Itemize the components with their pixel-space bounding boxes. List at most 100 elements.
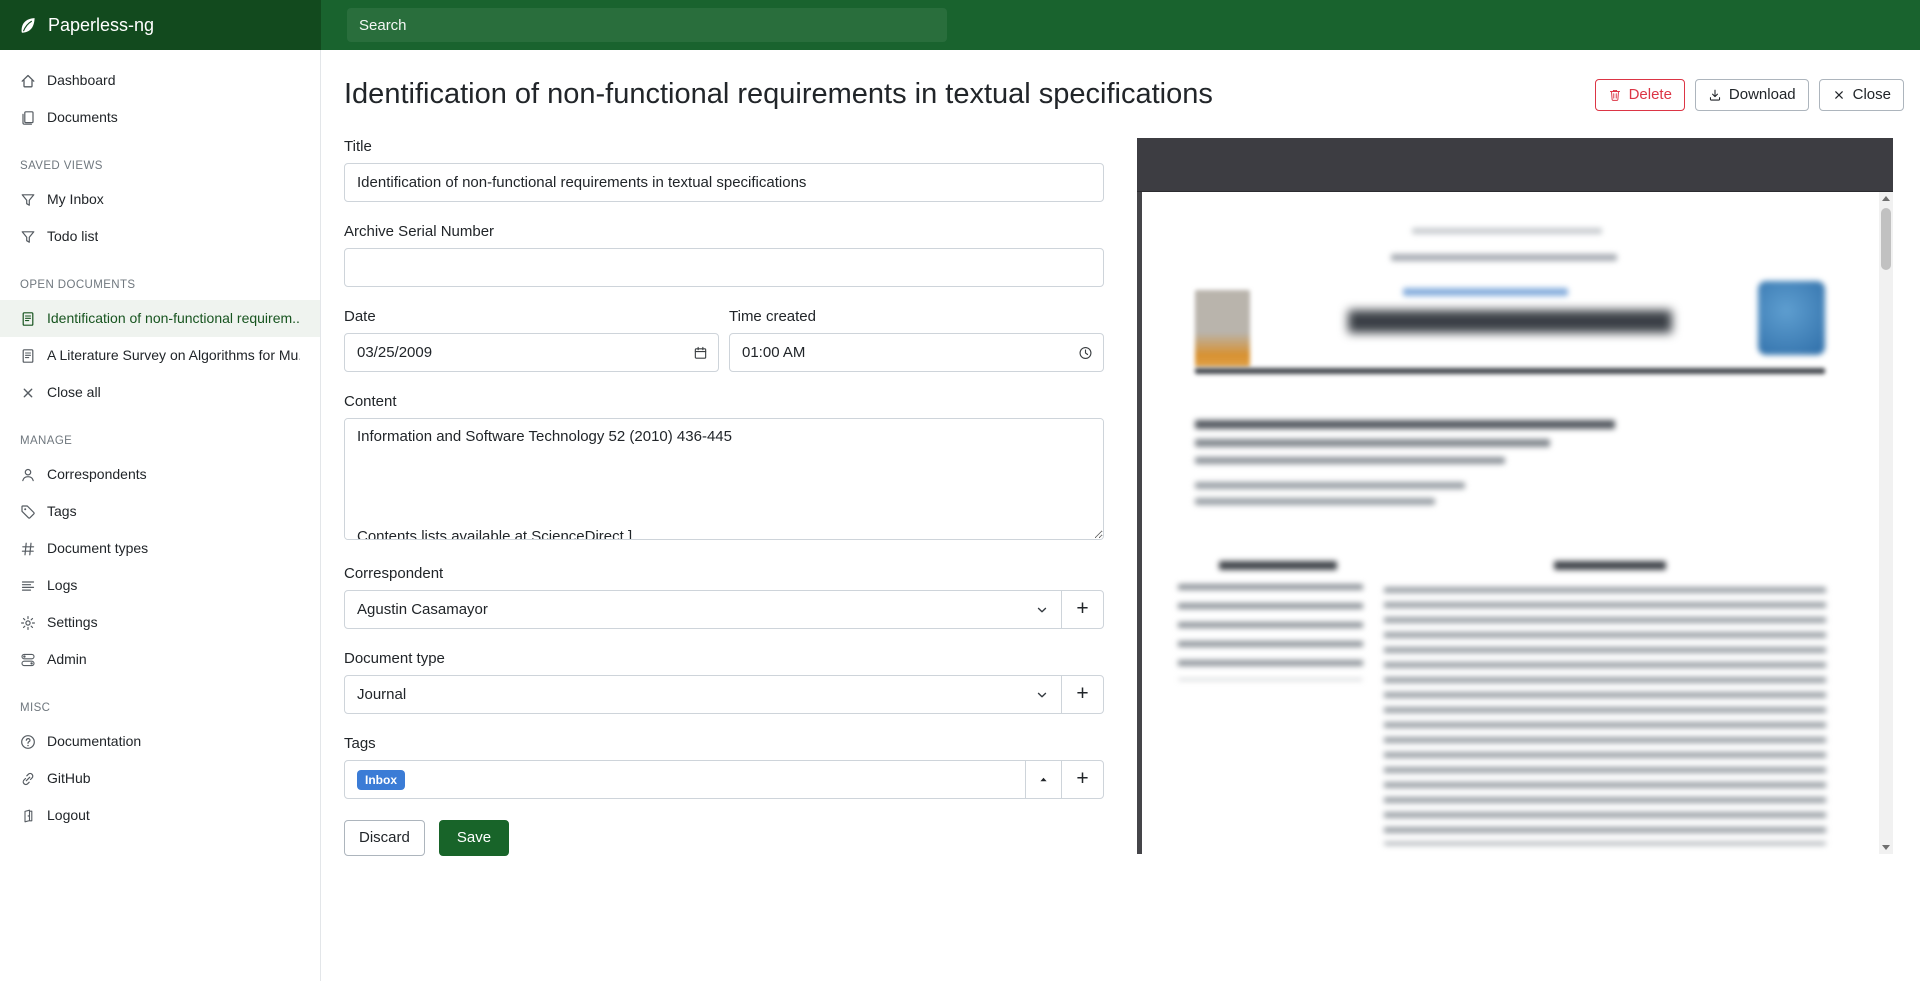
sidebar-open-document-2[interactable]: A Literature Survey on Algorithms for Mu…	[0, 337, 320, 374]
pdf-blur-shape	[1391, 254, 1617, 261]
date-input[interactable]	[344, 333, 719, 372]
pdf-blur-shape	[1412, 228, 1602, 234]
pdf-viewer-toolbar	[1137, 138, 1893, 192]
sidebar-item-github[interactable]: GitHub	[0, 760, 320, 797]
save-button[interactable]: Save	[439, 820, 509, 856]
scroll-down-arrow-icon[interactable]	[1879, 840, 1893, 854]
sidebar-item-label: Logout	[47, 805, 90, 826]
sidebar-item-admin[interactable]: Admin	[0, 641, 320, 678]
scroll-up-arrow-icon[interactable]	[1879, 192, 1893, 206]
app-brand-label: Paperless-ng	[48, 15, 154, 36]
sidebar-item-logs[interactable]: Logs	[0, 567, 320, 604]
plus-icon: +	[1076, 768, 1088, 789]
sidebar-item-document-types[interactable]: Document types	[0, 530, 320, 567]
sidebar-item-todo-list[interactable]: Todo list	[0, 218, 320, 255]
time-created-input[interactable]	[729, 333, 1104, 372]
sidebar: Dashboard Documents SAVED VIEWS My Inbox…	[0, 50, 321, 981]
pdf-page	[1142, 192, 1879, 854]
date-label: Date	[344, 308, 719, 325]
close-button[interactable]: Close	[1819, 79, 1904, 111]
saved-views-header: SAVED VIEWS	[0, 136, 320, 181]
pdf-blur-shape	[1219, 561, 1337, 570]
pdf-blur-shape	[1384, 587, 1826, 845]
pdf-blur-shape	[1348, 310, 1672, 333]
pdf-blur-shape	[1195, 420, 1615, 429]
sidebar-item-documentation[interactable]: Documentation	[0, 723, 320, 760]
tag-badge-inbox[interactable]: Inbox	[357, 770, 405, 790]
sidebar-item-documents[interactable]: Documents	[0, 99, 320, 136]
navbar-search-area	[321, 0, 1920, 50]
open-document-label: Identification of non-functional require…	[47, 308, 300, 329]
sidebar-item-label: Admin	[47, 649, 87, 670]
manage-header: MANAGE	[0, 411, 320, 456]
download-button[interactable]: Download	[1695, 79, 1809, 111]
open-documents-header: OPEN DOCUMENTS	[0, 255, 320, 300]
add-document-type-button[interactable]: +	[1061, 675, 1104, 714]
close-label: Close	[1853, 85, 1891, 105]
sidebar-item-close-all[interactable]: Close all	[0, 374, 320, 411]
document-edit-form: Title Archive Serial Number Date	[344, 138, 1104, 876]
archive-serial-number-label: Archive Serial Number	[344, 223, 1104, 240]
pdf-blur-shape	[1554, 561, 1666, 570]
sidebar-item-label: Correspondents	[47, 464, 147, 485]
pdf-viewer-body	[1137, 192, 1893, 854]
toggles-icon	[20, 652, 36, 668]
plus-icon: +	[1076, 598, 1088, 619]
chevron-down-icon	[1035, 603, 1049, 617]
title-input[interactable]	[344, 163, 1104, 202]
question-circle-icon	[20, 734, 36, 750]
sidebar-item-settings[interactable]: Settings	[0, 604, 320, 641]
correspondent-select[interactable]: Agustin Casamayor	[344, 590, 1062, 629]
pdf-blur-shape	[1195, 368, 1825, 374]
clock-icon[interactable]	[1078, 345, 1093, 360]
tag-icon	[20, 504, 36, 520]
document-type-select[interactable]: Journal	[344, 675, 1062, 714]
tags-input[interactable]: Inbox	[344, 760, 1026, 799]
hash-icon	[20, 541, 36, 557]
link-icon	[20, 771, 36, 787]
pdf-scrollbar[interactable]	[1879, 192, 1893, 854]
chevron-down-icon	[1035, 688, 1049, 702]
document-type-selected-value: Journal	[357, 686, 406, 703]
sidebar-item-correspondents[interactable]: Correspondents	[0, 456, 320, 493]
sidebar-item-label: Documents	[47, 107, 118, 128]
caret-up-icon	[1038, 774, 1049, 785]
trash-icon	[1608, 88, 1622, 102]
pdf-blur-shape	[1195, 457, 1505, 464]
pdf-blur-shape	[1178, 584, 1363, 680]
title-label: Title	[344, 138, 1104, 155]
main-content: Identification of non-functional require…	[321, 50, 1920, 981]
funnel-icon	[20, 192, 36, 208]
content-label: Content	[344, 393, 1104, 410]
add-correspondent-button[interactable]: +	[1061, 590, 1104, 629]
document-actions: Delete Download Close	[1595, 79, 1904, 111]
archive-serial-number-input[interactable]	[344, 248, 1104, 287]
sidebar-item-dashboard[interactable]: Dashboard	[0, 62, 320, 99]
top-navbar: Paperless-ng	[0, 0, 1920, 50]
delete-button[interactable]: Delete	[1595, 79, 1685, 111]
sidebar-item-label: My Inbox	[47, 189, 104, 210]
sidebar-item-my-inbox[interactable]: My Inbox	[0, 181, 320, 218]
tags-label: Tags	[344, 735, 1104, 752]
sidebar-item-logout[interactable]: Logout	[0, 797, 320, 834]
add-tag-button[interactable]: +	[1061, 760, 1104, 799]
logout-door-icon	[20, 808, 36, 824]
pdf-scrollbar-thumb[interactable]	[1881, 208, 1891, 270]
tags-dropdown-toggle[interactable]	[1025, 760, 1062, 799]
correspondent-selected-value: Agustin Casamayor	[357, 601, 488, 618]
file-text-icon	[20, 311, 36, 327]
download-label: Download	[1729, 85, 1796, 105]
app-brand[interactable]: Paperless-ng	[0, 0, 321, 50]
content-textarea[interactable]: Information and Software Technology 52 (…	[344, 418, 1104, 540]
close-icon	[20, 385, 36, 401]
calendar-icon[interactable]	[693, 345, 708, 360]
sidebar-item-tags[interactable]: Tags	[0, 493, 320, 530]
sidebar-open-document-1[interactable]: Identification of non-functional require…	[0, 300, 320, 337]
sidebar-item-label: Documentation	[47, 731, 141, 752]
pdf-blur-shape	[1195, 498, 1435, 505]
sidebar-item-label: Todo list	[47, 226, 98, 247]
close-icon	[1832, 88, 1846, 102]
search-input[interactable]	[347, 8, 947, 42]
sidebar-item-label: Document types	[47, 538, 148, 559]
discard-button[interactable]: Discard	[344, 820, 425, 856]
